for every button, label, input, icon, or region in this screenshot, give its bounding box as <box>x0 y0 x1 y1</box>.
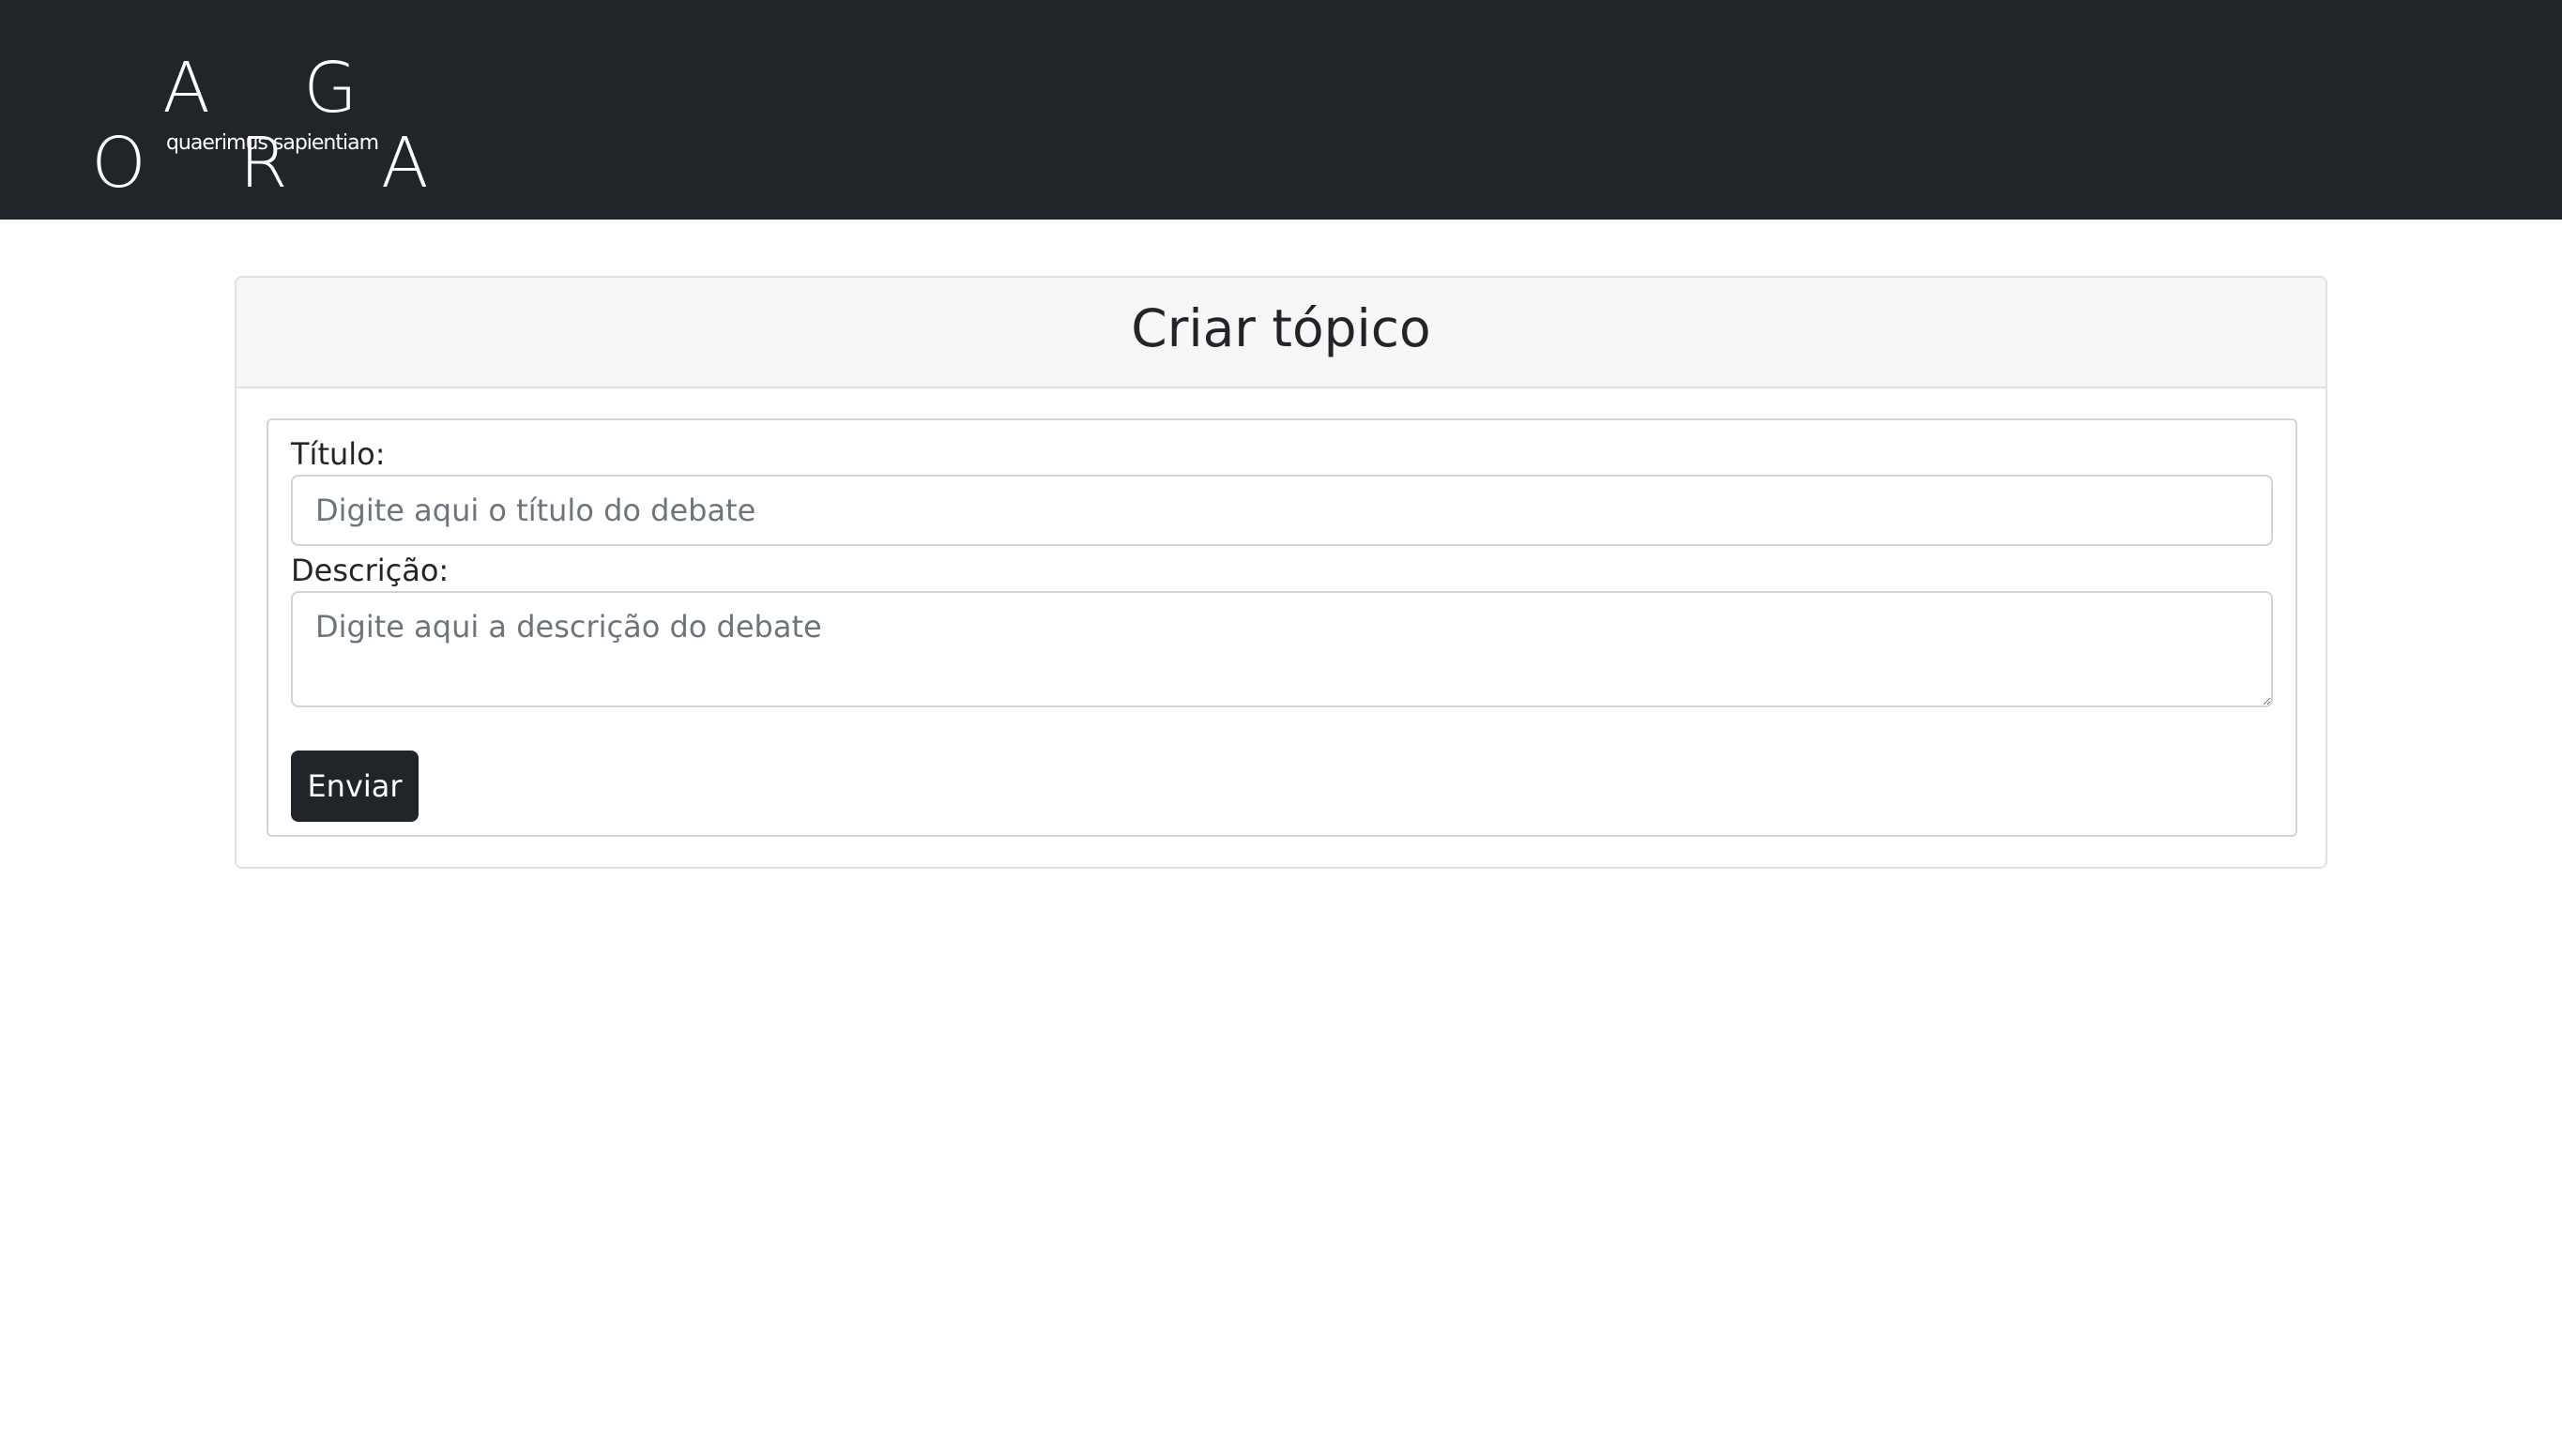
card-header: Criar tópico <box>236 278 2326 388</box>
page-title: Criar tópico <box>1131 298 1431 358</box>
submit-button[interactable]: Enviar <box>291 751 419 822</box>
navbar: A G O R A quaerimus sapientiam <box>0 0 2562 220</box>
title-label: Título: <box>291 436 386 472</box>
description-label: Descrição: <box>291 553 450 588</box>
logo-tagline: quaerimus sapientiam <box>165 131 379 155</box>
create-topic-card: Criar tópico Título: Descrição: Enviar <box>235 276 2327 869</box>
title-input[interactable] <box>291 475 2273 546</box>
create-topic-form: Título: Descrição: Enviar <box>267 418 2297 837</box>
agora-logo[interactable]: A G O R A quaerimus sapientiam <box>84 51 460 201</box>
description-textarea[interactable] <box>291 591 2273 707</box>
logo-wordmark: A G O R A <box>91 48 465 204</box>
